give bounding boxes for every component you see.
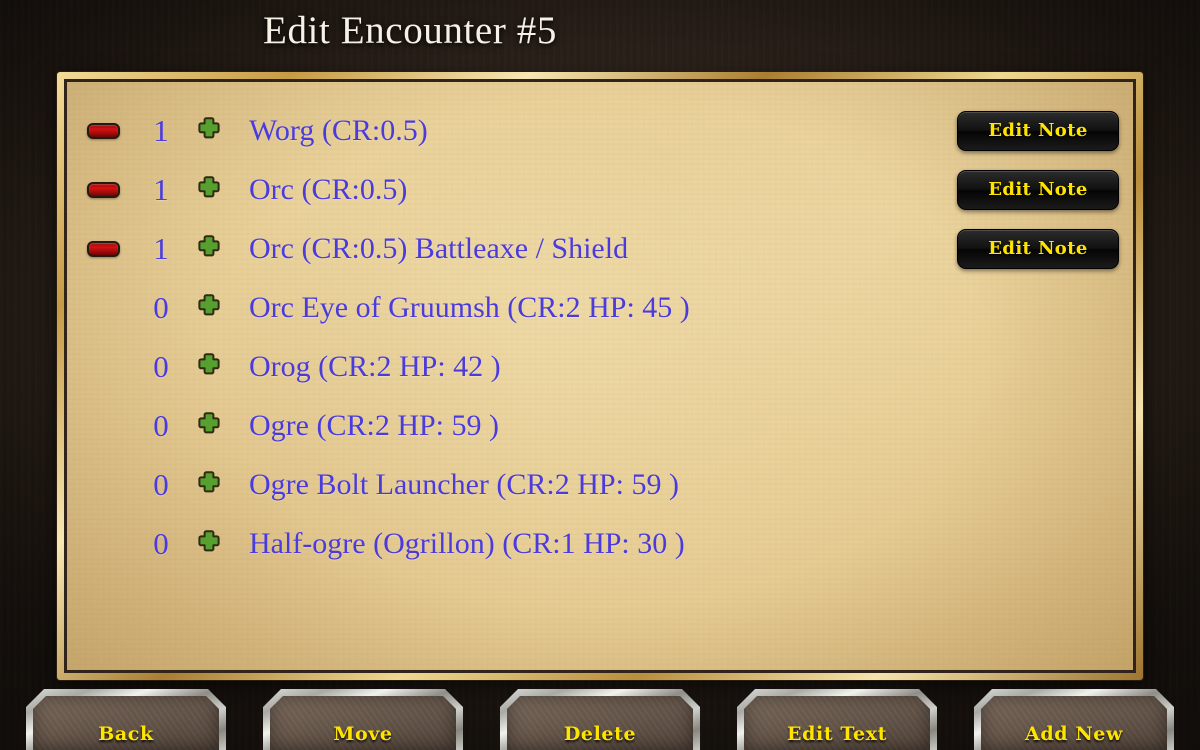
encounter-row: 0 Ogre (CR:2 HP: 59 )Edit Note xyxy=(67,396,1133,455)
button-label: Edit Text xyxy=(787,723,887,745)
encounter-list: 1 Worg (CR:0.5) Edit Note 1 Orc (CR:0.5) Edit… xyxy=(67,82,1133,573)
app-screen: Edit Encounter #5 1 Worg (CR:0.5) Edit Not… xyxy=(0,0,1200,750)
increment-cell xyxy=(183,529,235,558)
edit-note-button[interactable]: Edit Note xyxy=(957,110,1119,151)
button-label: Move xyxy=(333,723,393,745)
decrement-cell xyxy=(67,181,139,198)
plus-icon[interactable] xyxy=(197,234,221,263)
increment-cell xyxy=(183,116,235,145)
decrement-cell xyxy=(67,477,139,493)
creature-count: 1 xyxy=(153,112,169,148)
decrement-cell xyxy=(67,359,139,375)
note-cell: Edit Note xyxy=(943,347,1133,387)
creature-count: 0 xyxy=(153,348,169,384)
page-title: Edit Encounter #5 xyxy=(263,9,557,52)
note-cell: Edit Note xyxy=(943,169,1133,210)
toolbar-button-back[interactable]: Back xyxy=(26,689,226,750)
button-label: Delete xyxy=(563,723,637,745)
creature-name[interactable]: Half-ogre (Ogrillon) (CR:1 HP: 30 ) xyxy=(235,527,943,561)
parchment-surface: 1 Worg (CR:0.5) Edit Note 1 Orc (CR:0.5) Edit… xyxy=(64,79,1136,673)
minus-icon[interactable] xyxy=(86,122,120,139)
creature-name[interactable]: Ogre (CR:2 HP: 59 ) xyxy=(235,409,943,443)
plus-icon[interactable] xyxy=(197,116,221,145)
note-cell: Edit Note xyxy=(943,465,1133,505)
decrement-cell xyxy=(67,418,139,434)
encounter-row: 1 Orc (CR:0.5) Edit Note xyxy=(67,160,1133,219)
creature-count: 1 xyxy=(153,230,169,266)
plus-icon[interactable] xyxy=(197,470,221,499)
encounter-panel: 1 Worg (CR:0.5) Edit Note 1 Orc (CR:0.5) Edit… xyxy=(57,72,1143,680)
button-label: Add New xyxy=(1025,723,1123,745)
button-face: Move xyxy=(270,696,456,750)
toolbar-button-add-new[interactable]: Add New xyxy=(974,689,1174,750)
plus-icon[interactable] xyxy=(197,352,221,381)
decrement-cell xyxy=(67,536,139,552)
creature-name[interactable]: Ogre Bolt Launcher (CR:2 HP: 59 ) xyxy=(235,468,943,502)
increment-cell xyxy=(183,352,235,381)
button-label: Back xyxy=(98,723,154,745)
encounter-row: 0 Half-ogre (Ogrillon) (CR:1 HP: 30 )Edit… xyxy=(67,514,1133,573)
button-face: Add New xyxy=(981,696,1167,750)
decrement-cell xyxy=(67,300,139,316)
plus-icon[interactable] xyxy=(197,175,221,204)
creature-name[interactable]: Worg (CR:0.5) xyxy=(235,114,943,148)
plus-icon[interactable] xyxy=(197,411,221,440)
increment-cell xyxy=(183,234,235,263)
encounter-row: 0 Ogre Bolt Launcher (CR:2 HP: 59 )Edit N… xyxy=(67,455,1133,514)
edit-note-button[interactable]: Edit Note xyxy=(957,228,1119,269)
creature-count: 1 xyxy=(153,171,169,207)
decrement-cell xyxy=(67,122,139,139)
creature-count: 0 xyxy=(153,289,169,325)
encounter-row: 0 Orog (CR:2 HP: 42 )Edit Note xyxy=(67,337,1133,396)
toolbar-button-delete[interactable]: Delete xyxy=(500,689,700,750)
creature-name[interactable]: Orc (CR:0.5) Battleaxe / Shield xyxy=(235,232,943,266)
creature-count: 0 xyxy=(153,407,169,443)
note-cell: Edit Note xyxy=(943,228,1133,269)
edit-note-button[interactable]: Edit Note xyxy=(957,169,1119,210)
creature-name[interactable]: Orc Eye of Gruumsh (CR:2 HP: 45 ) xyxy=(235,291,943,325)
button-face: Back xyxy=(33,696,219,750)
creature-name[interactable]: Orog (CR:2 HP: 42 ) xyxy=(235,350,943,384)
note-cell: Edit Note xyxy=(943,524,1133,564)
increment-cell xyxy=(183,293,235,322)
creature-name[interactable]: Orc (CR:0.5) xyxy=(235,173,943,207)
bottom-toolbar: Back Move Delete Edit Text Add New xyxy=(0,689,1200,750)
button-face: Edit Text xyxy=(744,696,930,750)
increment-cell xyxy=(183,411,235,440)
note-cell: Edit Note xyxy=(943,288,1133,328)
minus-icon[interactable] xyxy=(86,181,120,198)
encounter-row: 1 Worg (CR:0.5) Edit Note xyxy=(67,101,1133,160)
minus-icon[interactable] xyxy=(86,240,120,257)
note-cell: Edit Note xyxy=(943,406,1133,446)
note-cell: Edit Note xyxy=(943,110,1133,151)
toolbar-button-edit-text[interactable]: Edit Text xyxy=(737,689,937,750)
toolbar-button-move[interactable]: Move xyxy=(263,689,463,750)
creature-count: 0 xyxy=(153,466,169,502)
increment-cell xyxy=(183,175,235,204)
creature-count: 0 xyxy=(153,525,169,561)
decrement-cell xyxy=(67,240,139,257)
encounter-row: 1 Orc (CR:0.5) Battleaxe / Shield Edit Not… xyxy=(67,219,1133,278)
plus-icon[interactable] xyxy=(197,293,221,322)
increment-cell xyxy=(183,470,235,499)
plus-icon[interactable] xyxy=(197,529,221,558)
button-face: Delete xyxy=(507,696,693,750)
encounter-row: 0 Orc Eye of Gruumsh (CR:2 HP: 45 )Edit N… xyxy=(67,278,1133,337)
